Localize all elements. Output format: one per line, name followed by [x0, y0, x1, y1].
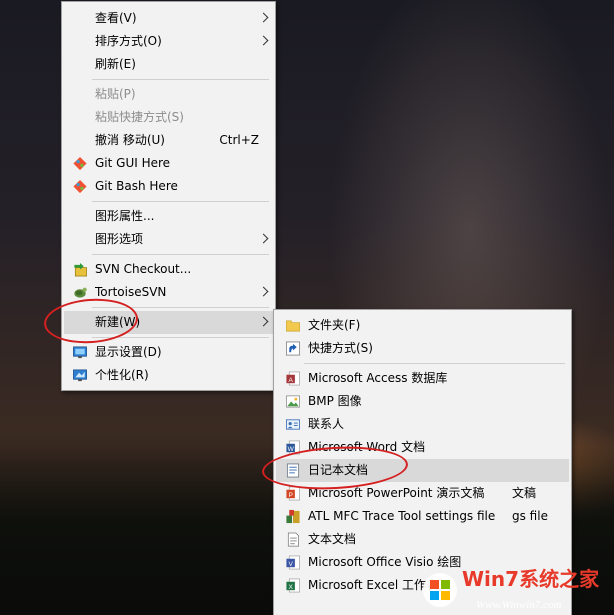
menu-item-label: 查看(V)	[95, 11, 137, 25]
powerpoint-icon: P	[286, 486, 300, 501]
folder-icon	[286, 320, 300, 332]
menu-item-label: Git Bash Here	[95, 179, 178, 193]
bmp-icon	[286, 395, 300, 408]
menu-item-label: 联系人	[308, 417, 345, 431]
text-icon	[287, 532, 299, 547]
menu-item-svn-checkout[interactable]: SVN Checkout...	[64, 258, 273, 281]
git-bash-icon	[73, 179, 87, 194]
git-gui-icon	[73, 156, 87, 171]
menu-item-personalize[interactable]: 个性化(R)	[64, 364, 273, 387]
menu-item-label: 显示设置(D)	[95, 345, 162, 359]
personalize-icon	[73, 369, 87, 382]
svg-text:A: A	[288, 377, 293, 384]
excel-icon: X	[286, 578, 300, 593]
access-icon: A	[286, 371, 300, 386]
menu-item-label: 排序方式(O)	[95, 34, 162, 48]
menu-item-label: BMP 图像	[308, 394, 362, 408]
menu-item-view[interactable]: 查看(V)	[64, 7, 273, 30]
menu-item-label-overflow: 文稿	[512, 486, 537, 500]
new-bmp-item[interactable]: BMP 图像	[276, 390, 569, 413]
menu-item-label: 刷新(E)	[95, 57, 136, 71]
menu-item-refresh[interactable]: 刷新(E)	[64, 53, 273, 76]
chevron-right-icon	[258, 233, 269, 244]
new-text-item[interactable]: 文本文档	[276, 528, 569, 551]
new-folder-item[interactable]: 文件夹(F)	[276, 314, 569, 337]
menu-separator	[92, 79, 269, 80]
tortoise-icon	[74, 287, 87, 298]
menu-item-sort-by[interactable]: 排序方式(O)	[64, 30, 273, 53]
watermark-logo: Win7系统之家 Www.Winwin7.com	[423, 567, 600, 611]
menu-item-shortcut: Ctrl+Z	[219, 133, 259, 147]
menu-item-label: 文本文档	[308, 532, 357, 546]
new-shortcut-item[interactable]: 快捷方式(S)	[276, 337, 569, 360]
menu-item-undo-move[interactable]: 撤消 移动(U) Ctrl+Z	[64, 129, 273, 152]
new-atl-trace-item[interactable]: ATL MFC Trace Tool settings file gs file	[276, 505, 569, 528]
svg-text:X: X	[288, 584, 293, 591]
display-settings-icon	[73, 346, 87, 359]
chevron-right-icon	[258, 286, 269, 297]
svg-text:Win7系统之家: Win7系统之家	[462, 567, 600, 591]
menu-item-label: 快捷方式(S)	[308, 341, 373, 355]
menu-item-label: 个性化(R)	[95, 368, 149, 382]
chevron-right-icon	[258, 35, 269, 46]
menu-item-paste-shortcut: 粘贴快捷方式(S)	[64, 106, 273, 129]
menu-item-label-overflow: gs file	[512, 509, 548, 523]
menu-item-paste: 粘贴(P)	[64, 83, 273, 106]
menu-item-label: 撤消 移动(U)	[95, 133, 165, 147]
svg-text:V: V	[288, 561, 293, 568]
new-contact-item[interactable]: 联系人	[276, 413, 569, 436]
menu-item-label: Git GUI Here	[95, 156, 171, 170]
menu-item-label: Microsoft Access 数据库	[308, 371, 448, 385]
menu-item-label: ATL MFC Trace Tool settings file	[308, 509, 496, 523]
menu-separator	[92, 201, 269, 202]
menu-item-graphics-options[interactable]: 图形选项	[64, 228, 273, 251]
menu-item-git-bash[interactable]: Git Bash Here	[64, 175, 273, 198]
atl-icon	[286, 509, 300, 524]
menu-separator	[304, 363, 565, 364]
new-access-item[interactable]: A Microsoft Access 数据库	[276, 367, 569, 390]
chevron-right-icon	[258, 12, 269, 23]
shortcut-icon	[286, 341, 300, 356]
menu-item-label: SVN Checkout...	[95, 262, 192, 276]
menu-item-graphics-properties[interactable]: 图形属性...	[64, 205, 273, 228]
menu-item-label: 粘贴(P)	[95, 87, 136, 101]
svg-text:Www.Winwin7.com: Www.Winwin7.com	[476, 599, 561, 611]
menu-item-label: 文件夹(F)	[308, 318, 361, 332]
menu-item-label: 粘贴快捷方式(S)	[95, 110, 184, 124]
menu-item-label: 图形属性...	[95, 209, 155, 223]
svn-checkout-icon	[74, 262, 87, 277]
menu-item-display-settings[interactable]: 显示设置(D)	[64, 341, 273, 364]
menu-item-label: 图形选项	[95, 232, 144, 246]
menu-item-git-gui[interactable]: Git GUI Here	[64, 152, 273, 175]
menu-separator	[92, 254, 269, 255]
contact-icon	[286, 419, 300, 430]
chevron-right-icon	[258, 316, 269, 327]
visio-icon: V	[286, 555, 300, 570]
svg-text:P: P	[288, 492, 293, 499]
